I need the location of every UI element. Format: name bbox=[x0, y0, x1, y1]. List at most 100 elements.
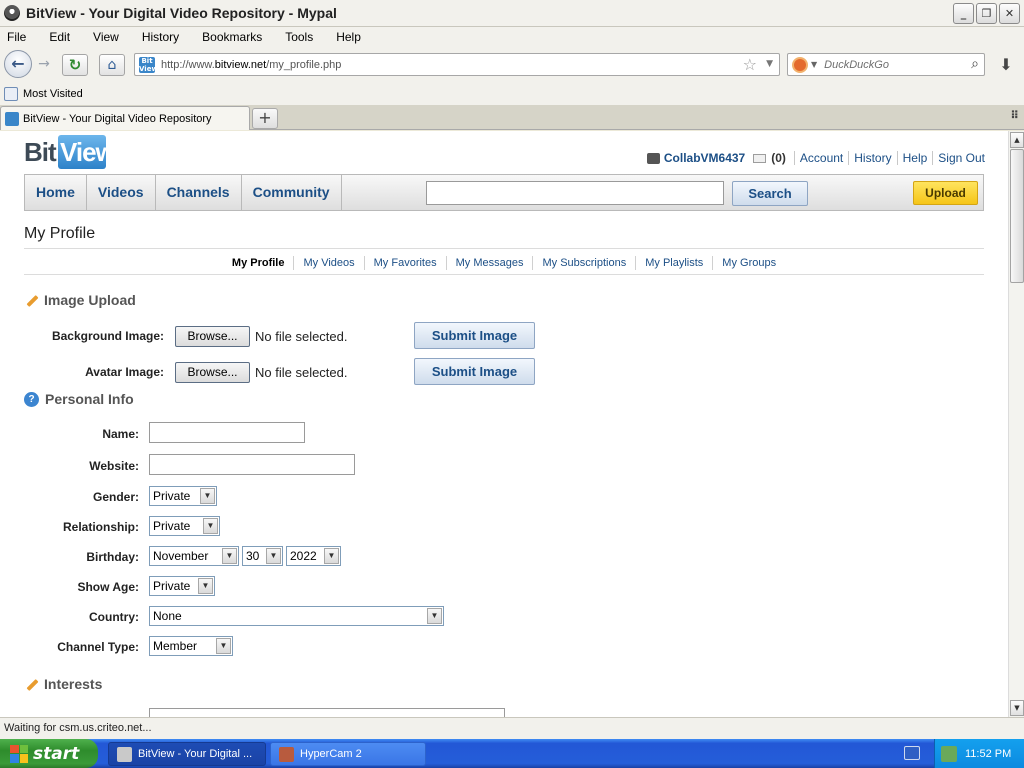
account-link[interactable]: Account bbox=[800, 151, 843, 165]
subnav-my-groups[interactable]: My Groups bbox=[712, 256, 785, 270]
show-age-select[interactable]: Private ▼ bbox=[149, 576, 215, 596]
bitview-logo[interactable]: Bit View bbox=[24, 135, 116, 169]
chevron-down-icon: ▼ bbox=[427, 608, 442, 624]
chevron-down-icon: ▼ bbox=[266, 548, 281, 564]
pencil-icon bbox=[24, 293, 38, 307]
url-text[interactable]: http://www.bitview.net/my_profile.php bbox=[161, 59, 341, 71]
submit-avatar-image-button[interactable]: Submit Image bbox=[414, 358, 535, 385]
birthday-year-select[interactable]: 2022 ▼ bbox=[286, 546, 341, 566]
address-bar[interactable]: Bit View http://www.bitview.net/my_profi… bbox=[134, 53, 780, 76]
interests-textarea[interactable] bbox=[149, 708, 505, 717]
back-button[interactable]: ← bbox=[4, 50, 32, 78]
menu-bar: File Edit View History Bookmarks Tools H… bbox=[0, 27, 1024, 47]
website-input[interactable] bbox=[149, 454, 355, 475]
birthday-label: Birthday: bbox=[86, 550, 139, 564]
close-button[interactable]: ✕ bbox=[999, 3, 1020, 24]
browser-icon bbox=[117, 746, 132, 762]
minimize-button[interactable]: _ bbox=[953, 3, 974, 24]
menu-history[interactable]: History bbox=[138, 30, 183, 44]
avatar-image-label: Avatar Image: bbox=[85, 365, 164, 379]
subnav-my-playlists[interactable]: My Playlists bbox=[635, 256, 712, 270]
taskbar-item-bitview[interactable]: BitView - Your Digital ... bbox=[108, 742, 266, 766]
menu-bookmarks[interactable]: Bookmarks bbox=[198, 30, 266, 44]
search-button[interactable]: Search bbox=[732, 181, 808, 206]
home-button[interactable]: ⌂ bbox=[99, 54, 125, 76]
menu-help[interactable]: Help bbox=[332, 30, 365, 44]
name-input[interactable] bbox=[149, 422, 305, 443]
new-tab-button[interactable]: + bbox=[252, 108, 278, 129]
menu-tools[interactable]: Tools bbox=[281, 30, 317, 44]
background-browse-button[interactable]: Browse... bbox=[175, 326, 250, 347]
upload-button[interactable]: Upload bbox=[913, 181, 978, 205]
downloads-button[interactable]: ⬇ bbox=[993, 54, 1019, 76]
background-file-status: No file selected. bbox=[255, 329, 348, 344]
search-icon[interactable]: ⌕ bbox=[971, 56, 979, 72]
nav-community[interactable]: Community bbox=[242, 175, 342, 210]
menu-edit[interactable]: Edit bbox=[45, 30, 74, 44]
taskbar-item-hypercam[interactable]: HyperCam 2 bbox=[270, 742, 426, 766]
network-icon[interactable] bbox=[941, 745, 957, 762]
keyboard-icon[interactable] bbox=[904, 746, 920, 760]
relationship-select[interactable]: Private ▼ bbox=[149, 516, 220, 536]
window-controls: _ ❐ ✕ bbox=[953, 3, 1020, 24]
menu-file[interactable]: File bbox=[3, 30, 30, 44]
nav-videos[interactable]: Videos bbox=[87, 175, 156, 210]
avatar-file-status: No file selected. bbox=[255, 365, 348, 380]
message-count[interactable]: (0) bbox=[771, 151, 786, 165]
birthday-month-select[interactable]: November ▼ bbox=[149, 546, 239, 566]
bookmark-star-icon[interactable]: ☆ bbox=[743, 55, 757, 74]
duckduckgo-icon[interactable] bbox=[792, 56, 808, 73]
sign-out-link[interactable]: Sign Out bbox=[938, 151, 985, 165]
nav-channels[interactable]: Channels bbox=[156, 175, 242, 210]
forward-button[interactable]: → bbox=[33, 56, 55, 74]
subnav-my-messages[interactable]: My Messages bbox=[445, 256, 533, 270]
scrollbar-thumb[interactable] bbox=[1010, 149, 1024, 283]
scroll-up-icon[interactable]: ▲ bbox=[1010, 132, 1024, 148]
maximize-button[interactable]: ❐ bbox=[976, 3, 997, 24]
country-label: Country: bbox=[89, 610, 139, 624]
tab-bitview[interactable]: BitView - Your Digital Video Repository bbox=[0, 106, 250, 130]
most-visited-bookmark[interactable]: Most Visited bbox=[23, 88, 83, 100]
search-placeholder[interactable]: DuckDuckGo bbox=[824, 59, 889, 71]
main-navigation: Home Videos Channels Community Search Up… bbox=[24, 174, 984, 211]
forward-arrow-icon: → bbox=[38, 56, 50, 72]
history-link[interactable]: History bbox=[854, 151, 891, 165]
system-tray: 11:52 PM bbox=[934, 739, 1024, 768]
scroll-down-icon[interactable]: ▼ bbox=[1010, 700, 1024, 716]
mail-icon[interactable] bbox=[753, 153, 767, 163]
site-search-input[interactable] bbox=[426, 181, 724, 205]
birthday-day-select[interactable]: 30 ▼ bbox=[242, 546, 283, 566]
help-question-icon: ? bbox=[24, 391, 39, 407]
menu-view[interactable]: View bbox=[89, 30, 123, 44]
tab-list-icon[interactable]: ⠿ bbox=[1010, 109, 1019, 122]
windows-taskbar: start BitView - Your Digital ... HyperCa… bbox=[0, 739, 1024, 768]
browser-search-box[interactable]: ▼ DuckDuckGo ⌕ bbox=[787, 53, 985, 76]
bookmarks-bar: Most Visited bbox=[0, 83, 1024, 105]
relationship-label: Relationship: bbox=[62, 520, 139, 534]
subnav-my-profile[interactable]: My Profile bbox=[223, 256, 294, 270]
channel-type-select[interactable]: Member ▼ bbox=[149, 636, 233, 656]
country-select[interactable]: None ▼ bbox=[149, 606, 444, 626]
gender-select[interactable]: Private ▼ bbox=[149, 486, 217, 506]
submit-background-image-button[interactable]: Submit Image bbox=[414, 322, 535, 349]
search-engine-dropdown-icon[interactable]: ▼ bbox=[811, 60, 817, 69]
windows-flag-icon bbox=[10, 744, 28, 763]
subnav-my-subscriptions[interactable]: My Subscriptions bbox=[532, 256, 635, 270]
channel-icon bbox=[646, 152, 660, 164]
name-label: Name: bbox=[102, 427, 139, 441]
bookmark-folder-icon bbox=[4, 87, 18, 101]
help-link[interactable]: Help bbox=[903, 151, 928, 165]
subnav-my-favorites[interactable]: My Favorites bbox=[363, 256, 446, 270]
reload-button[interactable]: ↻ bbox=[62, 54, 88, 76]
page-scrollbar[interactable]: ▲ ▼ bbox=[1008, 131, 1024, 717]
nav-home[interactable]: Home bbox=[25, 175, 87, 210]
start-button[interactable]: start bbox=[0, 739, 98, 768]
chevron-down-icon: ▼ bbox=[198, 578, 213, 594]
home-icon: ⌂ bbox=[107, 57, 117, 73]
subnav-my-videos[interactable]: My Videos bbox=[293, 256, 363, 270]
hypercam-icon bbox=[279, 746, 294, 762]
url-dropdown-icon[interactable]: ▼ bbox=[766, 59, 773, 69]
username-link[interactable]: CollabVM6437 bbox=[664, 151, 745, 165]
user-bar: CollabVM6437 (0) Account History Help Si… bbox=[646, 151, 985, 165]
avatar-browse-button[interactable]: Browse... bbox=[175, 362, 250, 383]
